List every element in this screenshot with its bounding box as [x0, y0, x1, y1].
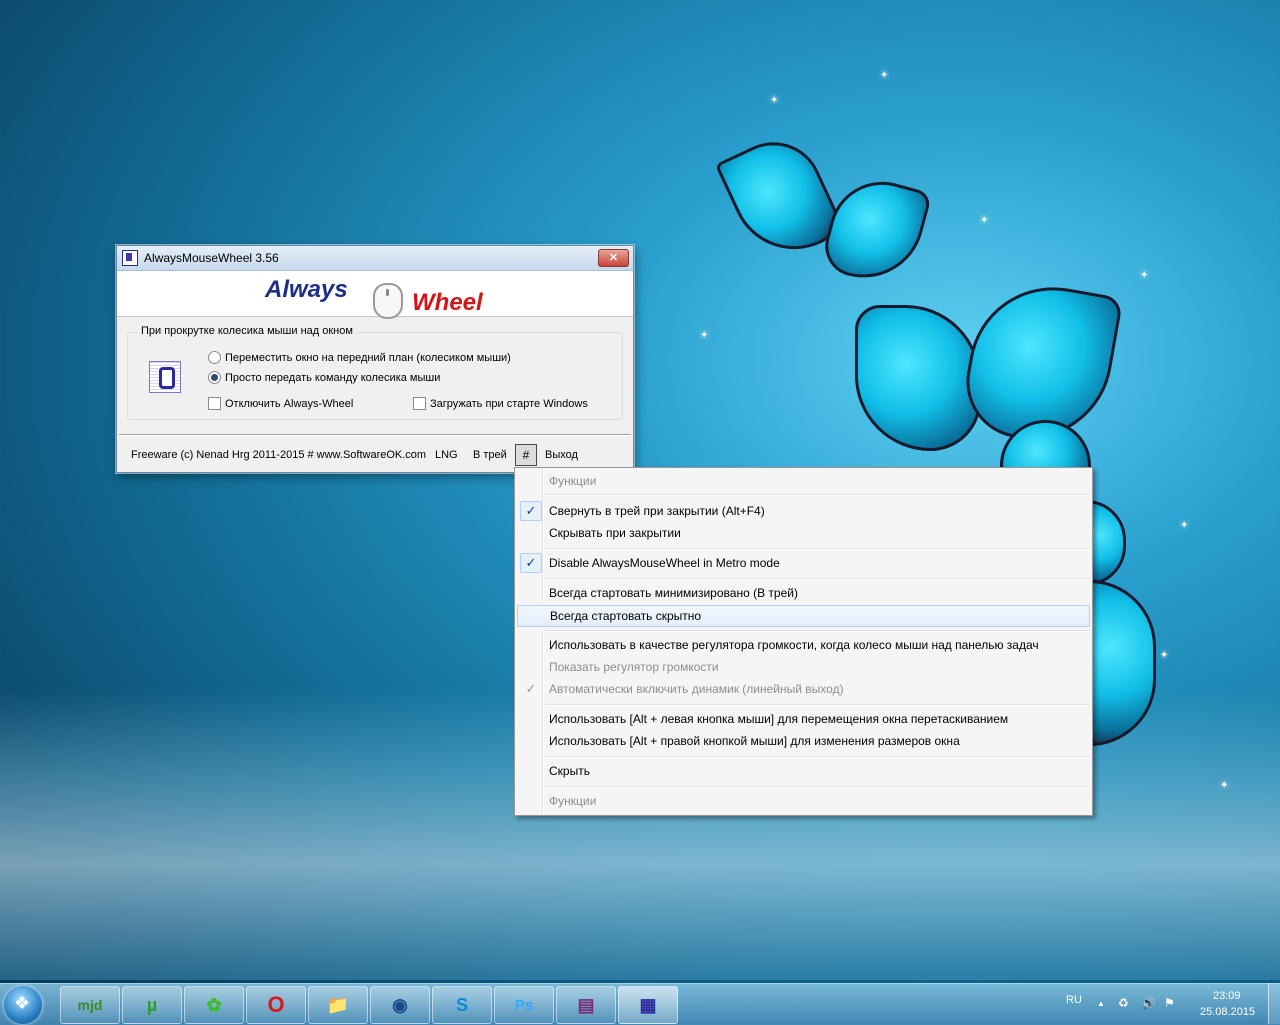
- logo-always-text: Always: [265, 276, 348, 303]
- menu-item-alt-right-resize[interactable]: Использовать [Alt + правой кнопкой мыши]…: [517, 730, 1090, 752]
- footer-divider: [119, 434, 631, 436]
- logo-banner: Always Wheel: [117, 271, 633, 319]
- checkbox-label: Отключить Always-Wheel: [225, 397, 354, 410]
- menu-item-start-hidden[interactable]: Всегда стартовать скрытно: [517, 605, 1090, 627]
- sparkle: ✦: [1180, 520, 1189, 531]
- menu-item-show-volume: Показать регулятор громкости: [549, 660, 719, 674]
- menu-header: Функции: [549, 474, 597, 488]
- volume-icon[interactable]: 🔊: [1141, 996, 1156, 1010]
- sparkle: ✦: [1220, 780, 1229, 791]
- radio-button-icon[interactable]: [208, 351, 221, 364]
- menu-separator: [545, 630, 1090, 632]
- start-button[interactable]: [4, 986, 42, 1024]
- taskbar-app-icq[interactable]: ✿: [184, 986, 244, 1024]
- sparkle: ✦: [770, 95, 779, 106]
- menu-item-alt-left-drag[interactable]: Использовать [Alt + левая кнопка мыши] д…: [517, 708, 1090, 730]
- radio-button-selected-icon[interactable]: [208, 371, 221, 384]
- menu-separator: [545, 578, 1090, 580]
- menu-item-minimize-to-tray[interactable]: ✓ Свернуть в трей при закрытии (Alt+F4): [517, 500, 1090, 522]
- checkmark-icon: ✓: [525, 681, 537, 696]
- app-icon: [122, 250, 138, 266]
- sparkle: ✦: [1140, 270, 1149, 281]
- clock-date[interactable]: 25.08.2015: [1200, 1006, 1255, 1018]
- taskbar-app-opera[interactable]: O: [246, 986, 306, 1024]
- scroll-options-group: При прокрутке колесика мыши над окном Пе…: [127, 325, 623, 420]
- to-tray-button[interactable]: В трей: [473, 449, 507, 461]
- mouse-icon: [373, 283, 403, 319]
- tray-expand-icon[interactable]: ▲: [1097, 999, 1105, 1008]
- credit-link[interactable]: Freeware (c) Nenad Hrg 2011-2015 # www.S…: [131, 449, 426, 461]
- checkmark-icon: ✓: [520, 501, 542, 521]
- functions-menu: Функции ✓ Свернуть в трей при закрытии (…: [514, 467, 1093, 816]
- menu-separator: [545, 704, 1090, 706]
- taskbar-app-winrar[interactable]: ▤: [556, 986, 616, 1024]
- radio-pass-wheel[interactable]: Просто передать команду колесика мыши: [208, 371, 440, 384]
- sparkle: ✦: [1160, 650, 1169, 661]
- taskbar-app-alwaysmousewheel[interactable]: ▦: [618, 986, 678, 1024]
- menu-item-start-minimized[interactable]: Всегда стартовать минимизировано (В трей…: [517, 582, 1090, 604]
- app-large-icon: [149, 361, 181, 393]
- menu-item-volume-control[interactable]: Использовать в качестве регулятора громк…: [517, 634, 1090, 656]
- checkbox-disable[interactable]: Отключить Always-Wheel: [208, 397, 353, 410]
- checkbox-icon[interactable]: [208, 397, 221, 410]
- taskbar-app-utorrent[interactable]: µ: [122, 986, 182, 1024]
- sparkle: ✦: [880, 70, 889, 81]
- menu-item-disable-metro[interactable]: ✓ Disable AlwaysMouseWheel in Metro mode: [517, 552, 1090, 574]
- taskbar-app-explorer[interactable]: 📁: [308, 986, 368, 1024]
- group-title: При прокрутке колесика мыши над окном: [138, 325, 356, 337]
- functions-button[interactable]: #: [515, 444, 537, 466]
- radio-bring-front[interactable]: Переместить окно на передний план (колес…: [208, 351, 511, 364]
- tray-app-icon[interactable]: ♻: [1118, 996, 1129, 1010]
- logo-wheel-text: Wheel: [412, 289, 483, 316]
- taskbar-app-mjd[interactable]: mjd: [60, 986, 120, 1024]
- lng-button[interactable]: LNG: [435, 449, 458, 461]
- menu-separator: [545, 548, 1090, 550]
- sparkle: ✦: [980, 215, 989, 226]
- taskbar-app-qip[interactable]: ◉: [370, 986, 430, 1024]
- radio-label: Переместить окно на передний план (колес…: [225, 351, 511, 364]
- app-window: AlwaysMouseWheel 3.56 ✕ Always Wheel При…: [116, 245, 634, 473]
- menu-separator: [545, 494, 1090, 496]
- checkbox-label: Загружать при старте Windows: [430, 397, 588, 410]
- menu-separator: [545, 786, 1090, 788]
- close-button[interactable]: ✕: [598, 249, 629, 267]
- menu-separator: [545, 756, 1090, 758]
- title-bar[interactable]: AlwaysMouseWheel 3.56 ✕: [117, 246, 633, 271]
- menu-item-auto-speaker: ✓ Автоматически включить динамик (линейн…: [517, 678, 1090, 700]
- checkmark-icon: ✓: [520, 553, 542, 573]
- taskbar: mjd µ ✿ O 📁 ◉ S Ps ▤ ▦: [0, 983, 1280, 1025]
- language-indicator[interactable]: RU: [1066, 994, 1082, 1006]
- exit-button[interactable]: Выход: [545, 449, 578, 461]
- checkbox-autostart[interactable]: Загружать при старте Windows: [413, 397, 588, 410]
- taskbar-app-photoshop[interactable]: Ps: [494, 986, 554, 1024]
- show-desktop-button[interactable]: [1268, 983, 1280, 1024]
- menu-item-hide[interactable]: Скрыть: [517, 760, 1090, 782]
- menu-item-hide-on-close[interactable]: Скрывать при закрытии: [517, 522, 1090, 544]
- sparkle: ✦: [700, 330, 709, 341]
- window-title: AlwaysMouseWheel 3.56: [144, 251, 279, 265]
- menu-footer: Функции: [549, 794, 597, 808]
- clock-time[interactable]: 23:09: [1213, 990, 1241, 1002]
- radio-label: Просто передать команду колесика мыши: [225, 371, 441, 384]
- checkbox-icon[interactable]: [413, 397, 426, 410]
- taskbar-app-skype[interactable]: S: [432, 986, 492, 1024]
- action-center-icon[interactable]: ⚑: [1164, 996, 1175, 1010]
